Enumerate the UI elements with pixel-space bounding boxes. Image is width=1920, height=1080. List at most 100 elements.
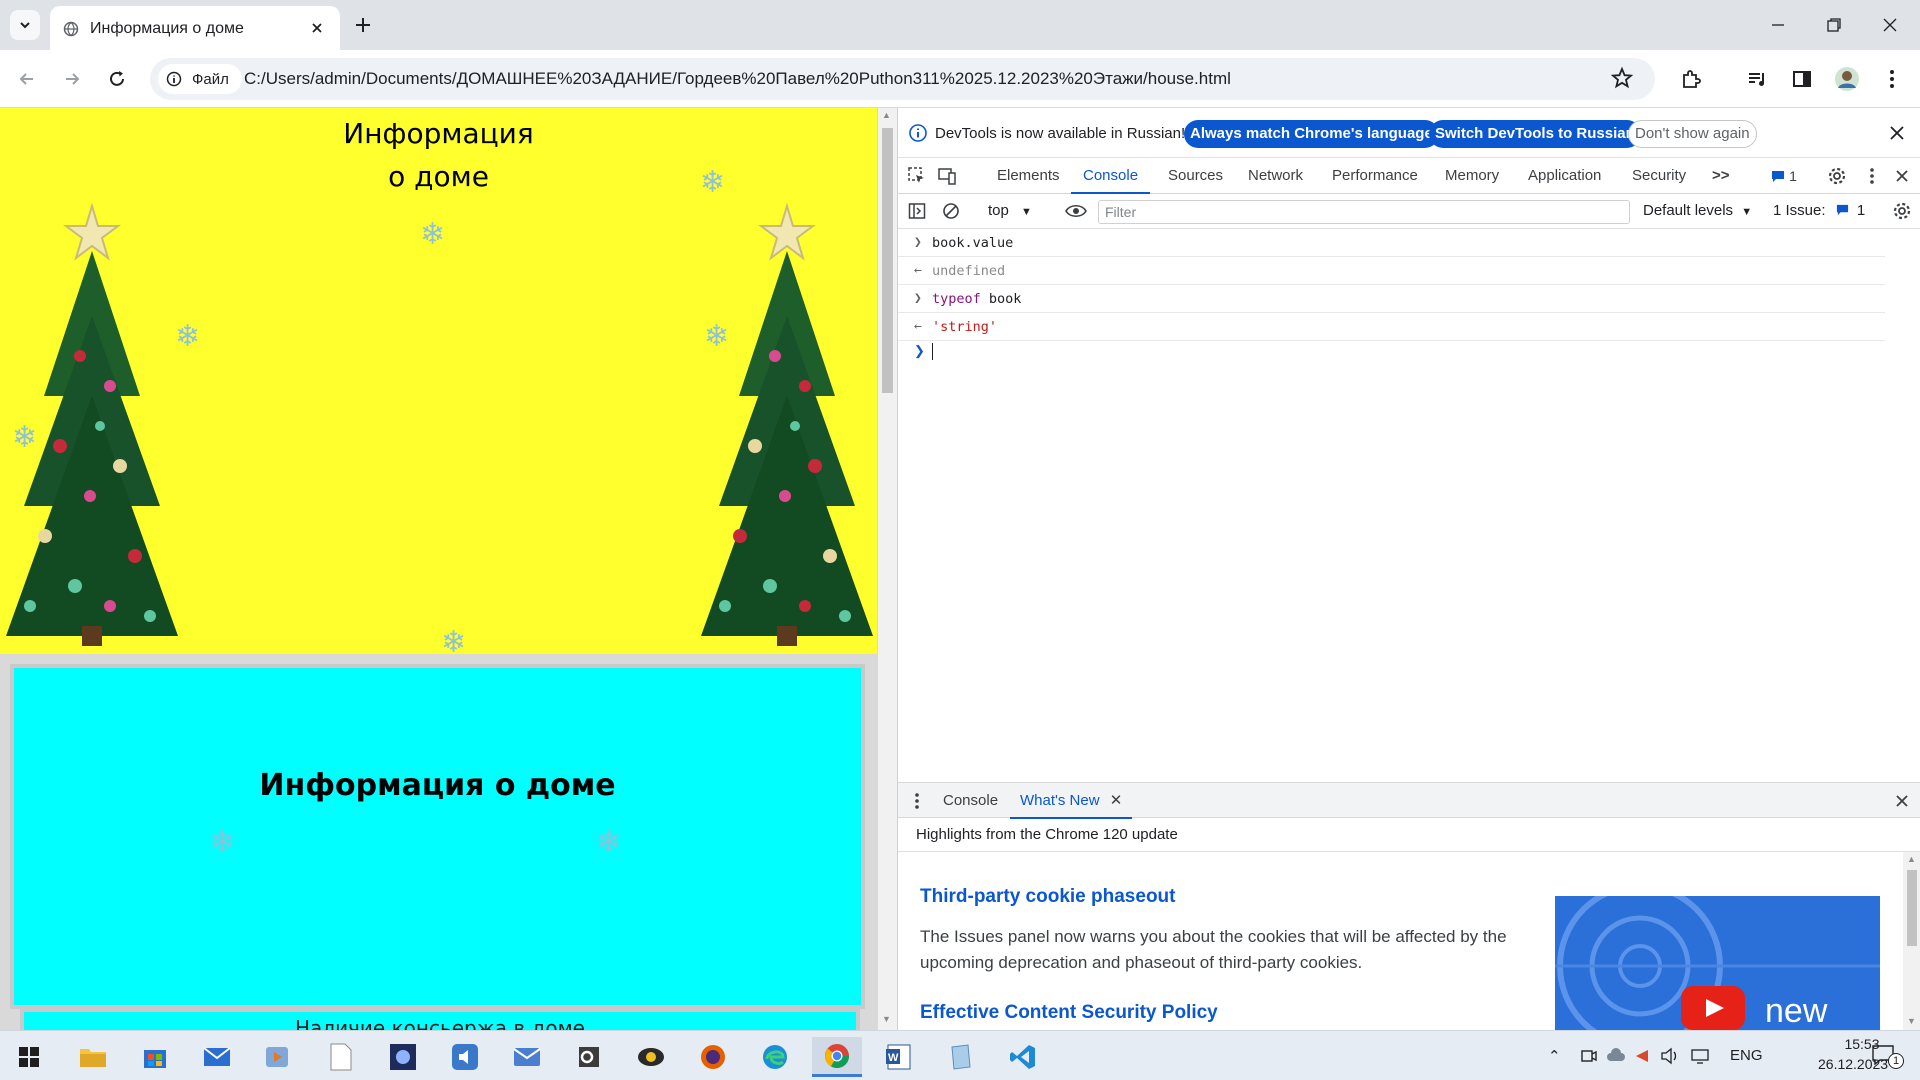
meet-now-icon[interactable] (1580, 1047, 1598, 1065)
youtube-play-icon[interactable] (1681, 986, 1745, 1030)
tab-elements[interactable]: Elements (997, 158, 1060, 194)
chevron-up-icon[interactable]: ⌃ (1548, 1047, 1561, 1065)
console-filter-input[interactable] (1098, 200, 1630, 224)
scroll-up-arrow-icon[interactable]: ▲ (882, 110, 891, 120)
side-panel-button[interactable] (1787, 64, 1817, 94)
start-button[interactable] (4, 1037, 54, 1077)
taskbar-word[interactable]: W (874, 1037, 924, 1077)
profile-avatar[interactable] (1832, 64, 1862, 94)
log-levels-dropdown[interactable]: Default levels ▼ (1643, 202, 1752, 219)
taskbar-mail[interactable] (192, 1037, 242, 1077)
plus-icon[interactable] (350, 12, 376, 38)
media-control-button[interactable] (1742, 64, 1772, 94)
page-scroll-thumb[interactable] (882, 128, 893, 393)
tab-search-button[interactable] (10, 10, 40, 40)
console-settings-icon[interactable] (1893, 202, 1911, 220)
browser-tab-active[interactable]: Информация о доме (50, 6, 340, 50)
log-levels-label: Default levels (1643, 202, 1734, 219)
console-keyword: typeof (932, 291, 981, 307)
tab-memory[interactable]: Memory (1445, 158, 1499, 194)
network-icon[interactable] (1690, 1047, 1710, 1065)
clear-console-icon[interactable] (942, 202, 960, 220)
live-expression-eye-icon[interactable] (1064, 202, 1088, 220)
third-party-cookie-link[interactable]: Third-party cookie phaseout (920, 886, 1175, 908)
puzzle-icon (1683, 70, 1701, 88)
kebab-menu-icon[interactable] (1863, 167, 1881, 185)
taskbar-notes[interactable] (936, 1037, 986, 1077)
drawer-tab-console[interactable]: Console (943, 783, 998, 819)
taskbar-speaker-app[interactable] (440, 1037, 490, 1077)
restore-button[interactable] (1808, 8, 1860, 42)
console-output[interactable]: ❯ book.value ← undefined ❯ typeof book ←… (898, 229, 1920, 649)
close-icon[interactable]: ✕ (1110, 792, 1123, 809)
more-tabs-button[interactable]: >> (1712, 158, 1730, 194)
tab-network[interactable]: Network (1248, 158, 1303, 194)
taskbar-app-dark[interactable] (378, 1037, 428, 1077)
kebab-menu-icon[interactable] (908, 792, 926, 810)
chrome-120-video-thumbnail[interactable]: new (1555, 896, 1880, 1030)
console-prompt[interactable]: ❯ (898, 337, 1885, 365)
tab-application[interactable]: Application (1528, 158, 1601, 194)
taskbar-vscode[interactable] (998, 1037, 1048, 1077)
volume-icon[interactable] (1660, 1047, 1680, 1065)
notification-center-button[interactable]: 1 (1872, 1043, 1906, 1071)
tab-sources[interactable]: Sources (1168, 158, 1223, 194)
context-selector[interactable]: top ▼ (988, 202, 1032, 219)
always-match-language-button[interactable]: Always match Chrome's language (1184, 120, 1439, 148)
side-panel-icon (1793, 71, 1811, 87)
close-icon[interactable] (308, 19, 326, 37)
reload-button[interactable] (102, 64, 132, 94)
taskbar-mail-app[interactable] (502, 1037, 552, 1077)
taskbar-firefox[interactable] (688, 1037, 738, 1077)
drawer-scrollbar[interactable]: ▲ ▼ (1903, 852, 1920, 1030)
extensions-button[interactable] (1676, 64, 1706, 94)
close-devtools-icon[interactable] (1893, 167, 1911, 185)
scroll-down-arrow-icon[interactable]: ▼ (882, 1014, 891, 1024)
tab-console[interactable]: Console (1071, 158, 1151, 194)
address-bar[interactable]: Файл C:/Users/admin/Documents/ДОМАШНЕЕ%2… (150, 58, 1655, 100)
settings-icon[interactable] (1828, 167, 1846, 185)
taskbar-file-explorer[interactable] (68, 1037, 118, 1077)
tab-security[interactable]: Security (1632, 158, 1686, 194)
minimize-button[interactable] (1752, 8, 1804, 42)
console-input-row[interactable]: ❯ book.value (898, 229, 1885, 257)
sidebar-toggle-icon[interactable] (908, 202, 926, 220)
url-text[interactable]: C:/Users/admin/Documents/ДОМАШНЕЕ%20ЗАДА… (244, 69, 1231, 89)
cloud-icon[interactable] (1606, 1047, 1626, 1065)
close-window-button[interactable] (1864, 8, 1916, 42)
switch-to-russian-button[interactable]: Switch DevTools to Russian (1429, 120, 1641, 148)
forward-button[interactable] (57, 64, 87, 94)
dont-show-again-button[interactable]: Don't show again (1628, 120, 1757, 148)
close-icon[interactable] (1888, 124, 1906, 142)
taskbar-edge[interactable] (750, 1037, 800, 1077)
close-drawer-icon[interactable] (1893, 792, 1911, 810)
taskbar-notepad[interactable] (316, 1037, 366, 1077)
scroll-up-arrow-icon[interactable]: ▲ (1907, 854, 1916, 864)
messages-badge[interactable]: 1 (1766, 167, 1802, 185)
snowflake-icon: ❄ (700, 166, 726, 199)
drawer-scroll-thumb[interactable] (1907, 870, 1917, 946)
page-scrollbar[interactable]: ▲ ▼ (878, 108, 897, 1030)
star-icon[interactable] (1610, 66, 1634, 90)
tab-performance[interactable]: Performance (1332, 158, 1418, 194)
antivirus-icon[interactable] (1634, 1047, 1652, 1065)
taskbar-chrome[interactable] (812, 1037, 862, 1077)
language-indicator[interactable]: ENG (1730, 1047, 1763, 1064)
taskbar-office[interactable] (564, 1037, 614, 1077)
taskbar-eye-app[interactable] (626, 1037, 676, 1077)
site-info-chip[interactable]: Файл (158, 64, 242, 94)
drawer-tab-whats-new[interactable]: What's New ✕ (1010, 783, 1133, 819)
back-button[interactable] (12, 64, 42, 94)
snowflake-icon: ❄ (596, 826, 622, 859)
taskbar-store[interactable] (130, 1037, 180, 1077)
csp-link[interactable]: Effective Content Security Policy (920, 1002, 1218, 1024)
chrome-menu-button[interactable] (1877, 64, 1907, 94)
device-toolbar-icon[interactable] (938, 167, 956, 185)
devtools-tabbar: Elements Console Sources Network Perform… (898, 158, 1920, 194)
taskbar-video-app[interactable] (252, 1037, 302, 1077)
console-input-row[interactable]: ❯ typeof book (898, 285, 1885, 313)
inspect-element-icon[interactable] (908, 167, 926, 185)
whats-new-header: Highlights from the Chrome 120 update (898, 818, 1920, 852)
issues-counter[interactable]: 1 Issue: 1 (1773, 202, 1865, 219)
scroll-down-arrow-icon[interactable]: ▼ (1907, 1016, 1916, 1026)
